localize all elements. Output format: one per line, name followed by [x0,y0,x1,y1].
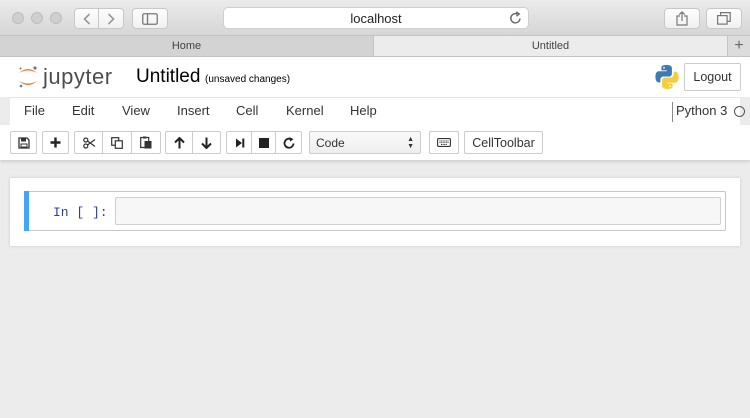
interrupt-kernel-button[interactable] [251,131,276,154]
address-bar[interactable]: localhost [223,7,529,29]
tab-bar: Home Untitled + [0,36,750,57]
code-input-area[interactable] [115,197,721,225]
command-palette-button[interactable] [429,131,459,154]
menubar: File Edit View Insert Cell Kernel Help P… [10,97,745,125]
chevron-right-icon [107,12,115,25]
move-down-button[interactable] [192,131,221,154]
reload-button[interactable] [509,11,522,28]
python-logo-icon [655,65,679,89]
code-cell[interactable]: In [ ]: [24,191,726,231]
jupyter-logo[interactable]: jupyter [17,64,113,90]
show-tabs-button[interactable] [706,8,742,29]
notebook-container: In [ ]: [10,178,740,246]
move-up-button[interactable] [165,131,194,154]
plus-icon [50,137,61,148]
menu-cell[interactable]: Cell [236,103,258,118]
celltoolbar-label: CellToolbar [472,135,535,150]
sidebar-icon [142,12,158,25]
share-button[interactable] [664,8,700,29]
browser-titlebar: localhost [0,0,750,36]
menu-help[interactable]: Help [350,103,377,118]
celltoolbar-button[interactable]: CellToolbar [464,131,543,154]
run-cell-button[interactable] [226,131,253,154]
insert-cell-button[interactable] [42,131,69,154]
zoom-window-button[interactable] [50,12,62,24]
tab-untitled[interactable]: Untitled [374,36,728,56]
select-arrows-icon: ▲ ▼ [407,136,414,150]
stop-icon [258,137,269,148]
save-status: (unsaved changes) [205,74,291,85]
arrow-down-icon [201,137,212,149]
notebook-name[interactable]: Untitled [136,66,200,88]
reload-icon [510,11,521,24]
menu-file[interactable]: File [24,103,45,118]
plus-icon: + [734,37,744,54]
kernel-idle-indicator [734,106,745,117]
logout-label: Logout [693,70,732,84]
back-button[interactable] [74,8,99,29]
kernel-name[interactable]: Python 3 [676,103,727,118]
copy-button[interactable] [102,131,132,154]
cell-type-select[interactable]: Code ▲ ▼ [309,131,421,154]
cut-button[interactable] [74,131,104,154]
save-icon [17,136,30,149]
logo-text: jupyter [43,64,113,89]
sidebar-button[interactable] [132,8,168,29]
tab-home[interactable]: Home [0,36,374,56]
tab-label: Untitled [531,40,570,52]
cell-selection-bar [24,191,29,231]
menu-kernel[interactable]: Kernel [286,103,324,118]
menu-view[interactable]: View [122,103,150,118]
menu-insert[interactable]: Insert [177,103,210,118]
menu-edit[interactable]: Edit [72,103,94,118]
minimize-window-button[interactable] [31,12,43,24]
kernel-separator [672,102,673,122]
step-forward-icon [235,138,244,147]
save-button[interactable] [10,131,37,154]
jupyter-logo-icon [19,66,37,88]
chevron-left-icon [82,12,90,25]
tabs-icon [717,12,731,25]
paste-button[interactable] [131,131,161,154]
close-window-button[interactable] [12,12,24,24]
cut-icon [82,136,95,149]
arrow-up-icon [174,136,185,148]
cell-type-value: Code [316,135,345,150]
keyboard-icon [437,138,451,147]
logout-button[interactable]: Logout [684,63,741,91]
refresh-icon [283,136,294,149]
tab-label: Home [171,40,202,52]
share-icon [676,11,688,26]
paste-icon [140,136,152,149]
jupyter-header: jupyter Untitled (unsaved changes) Logou… [0,57,750,97]
copy-icon [111,136,123,149]
new-tab-button[interactable]: + [728,36,750,56]
input-prompt: In [ ]: [53,205,108,220]
restart-kernel-button[interactable] [275,131,302,154]
forward-button[interactable] [98,8,124,29]
url-text: localhost [350,10,402,26]
